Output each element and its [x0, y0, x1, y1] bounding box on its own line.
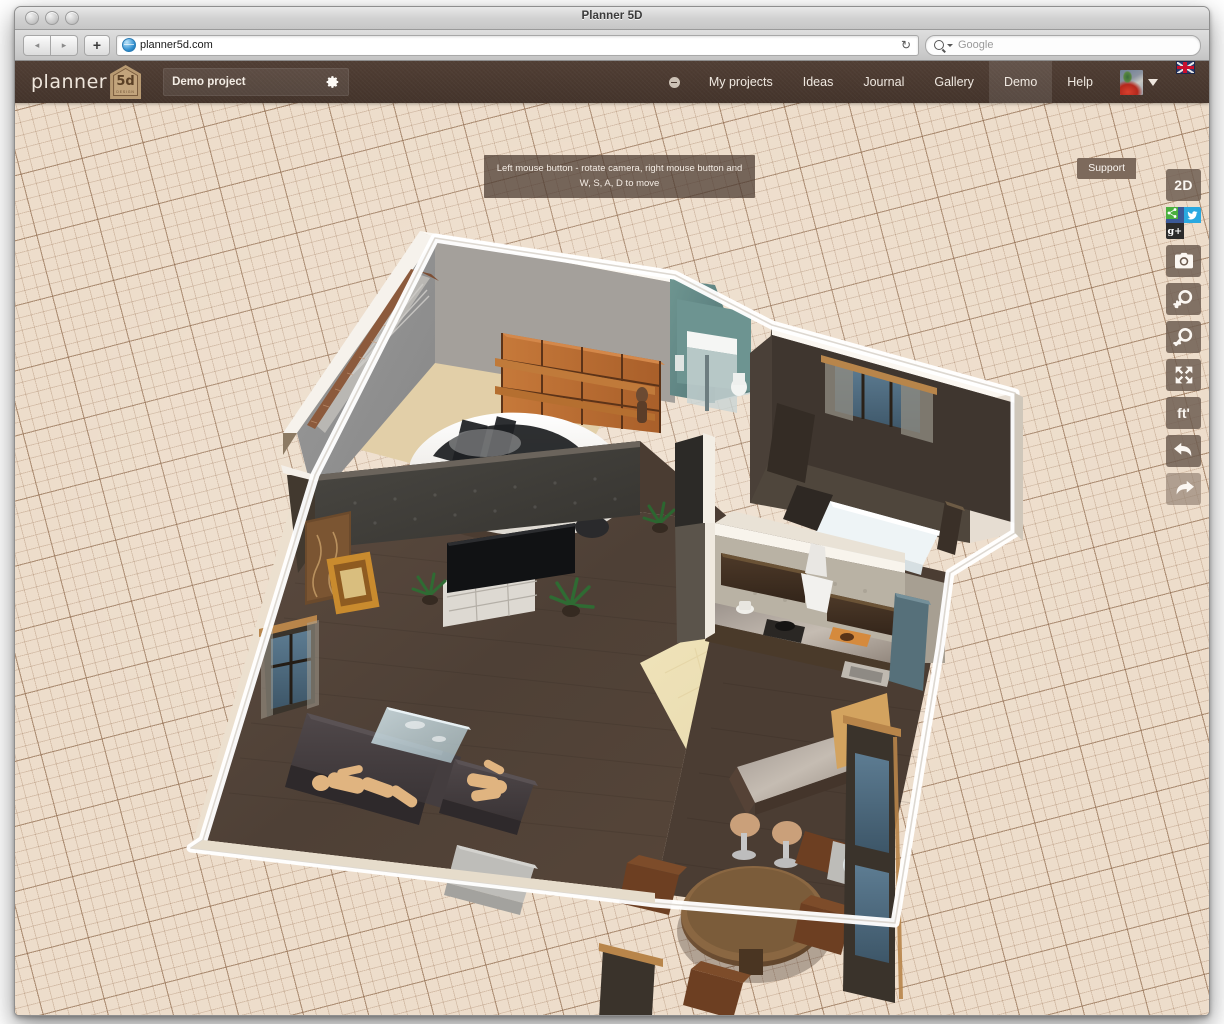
redo-button[interactable] [1166, 473, 1201, 505]
zoom-out-icon [1173, 327, 1194, 348]
nav-item-journal[interactable]: Journal [848, 61, 919, 103]
fullscreen-button[interactable] [1166, 359, 1201, 391]
hint-line-1: Left mouse button - rotate camera, right… [492, 161, 747, 176]
web-page: planner 5d DESIGN Demo project [15, 61, 1209, 1016]
nav-item-ideas[interactable]: Ideas [788, 61, 849, 103]
design-viewport[interactable]: Left mouse button - rotate camera, right… [15, 103, 1209, 1016]
camera-icon [1174, 252, 1194, 270]
search-placeholder: Google [958, 39, 993, 51]
nav-buttons[interactable]: ◂ ▸ [23, 35, 78, 56]
avatar[interactable] [1120, 70, 1143, 95]
zoom-in-icon [1173, 289, 1194, 310]
hint-line-2: W, S, A, D to move [492, 176, 747, 191]
support-button[interactable]: Support [1077, 158, 1136, 179]
user-menu[interactable] [1108, 61, 1166, 103]
logo-badge-subtext: DESIGN [116, 90, 134, 94]
nav-item-gallery[interactable]: Gallery [919, 61, 989, 103]
undo-icon [1173, 441, 1195, 461]
google-plus-icon[interactable]: g+ [1166, 223, 1184, 239]
units-button[interactable]: ft' [1166, 397, 1201, 429]
undo-button[interactable] [1166, 435, 1201, 467]
floorplan-3d-scene[interactable] [15, 103, 1209, 1016]
nav-item-help[interactable]: Help [1052, 61, 1108, 103]
zoom-out-button[interactable] [1166, 321, 1201, 353]
menu-dot-button[interactable] [655, 61, 694, 103]
url-text: planner5d.com [140, 39, 897, 51]
reload-icon[interactable]: ↻ [901, 38, 913, 52]
window-title: Planner 5D [15, 10, 1209, 22]
nav-item-my-projects[interactable]: My projects [694, 61, 788, 103]
logo-badge-text: 5d [116, 75, 134, 88]
viewport-toolbar: 2D f g+ [1166, 169, 1201, 505]
planner5d-logo[interactable]: planner 5d DESIGN [15, 65, 141, 99]
camera-hint-tooltip: Left mouse button - rotate camera, right… [484, 155, 755, 198]
redo-icon [1173, 479, 1195, 499]
zoom-in-button[interactable] [1166, 283, 1201, 315]
browser-window: Planner 5D ◂ ▸ + planner5d.com ↻ Google … [14, 6, 1210, 1016]
address-bar[interactable]: planner5d.com ↻ [116, 35, 919, 56]
chevron-down-icon [947, 44, 953, 47]
search-icon [934, 40, 944, 50]
minus-circle-icon [669, 77, 680, 88]
app-header: planner 5d DESIGN Demo project [15, 61, 1209, 103]
gear-icon[interactable] [326, 75, 340, 89]
back-button[interactable]: ◂ [23, 35, 51, 56]
project-name-text: Demo project [172, 76, 246, 88]
share-icon[interactable] [1166, 207, 1178, 219]
twitter-icon[interactable] [1184, 207, 1202, 223]
nav-item-demo[interactable]: Demo [989, 61, 1052, 103]
fullscreen-icon [1174, 365, 1194, 385]
screenshot-button[interactable] [1166, 245, 1201, 277]
window-titlebar: Planner 5D [15, 7, 1209, 30]
main-navigation: My projects Ideas Journal Gallery Demo H… [655, 61, 1209, 103]
add-tab-button[interactable]: + [84, 35, 110, 56]
forward-button[interactable]: ▸ [51, 35, 78, 56]
chevron-down-icon[interactable] [1148, 79, 1158, 86]
logo-wordmark: planner [31, 71, 107, 93]
project-name-field[interactable]: Demo project [163, 68, 349, 96]
view-2d-button[interactable]: 2D [1166, 169, 1201, 201]
browser-toolbar: ◂ ▸ + planner5d.com ↻ Google [15, 30, 1209, 61]
social-share-group[interactable]: f g+ [1166, 207, 1201, 239]
logo-badge-icon: 5d DESIGN [110, 65, 141, 99]
language-flag-icon[interactable] [1176, 61, 1195, 74]
search-input[interactable]: Google [925, 35, 1201, 56]
globe-icon [122, 38, 136, 52]
